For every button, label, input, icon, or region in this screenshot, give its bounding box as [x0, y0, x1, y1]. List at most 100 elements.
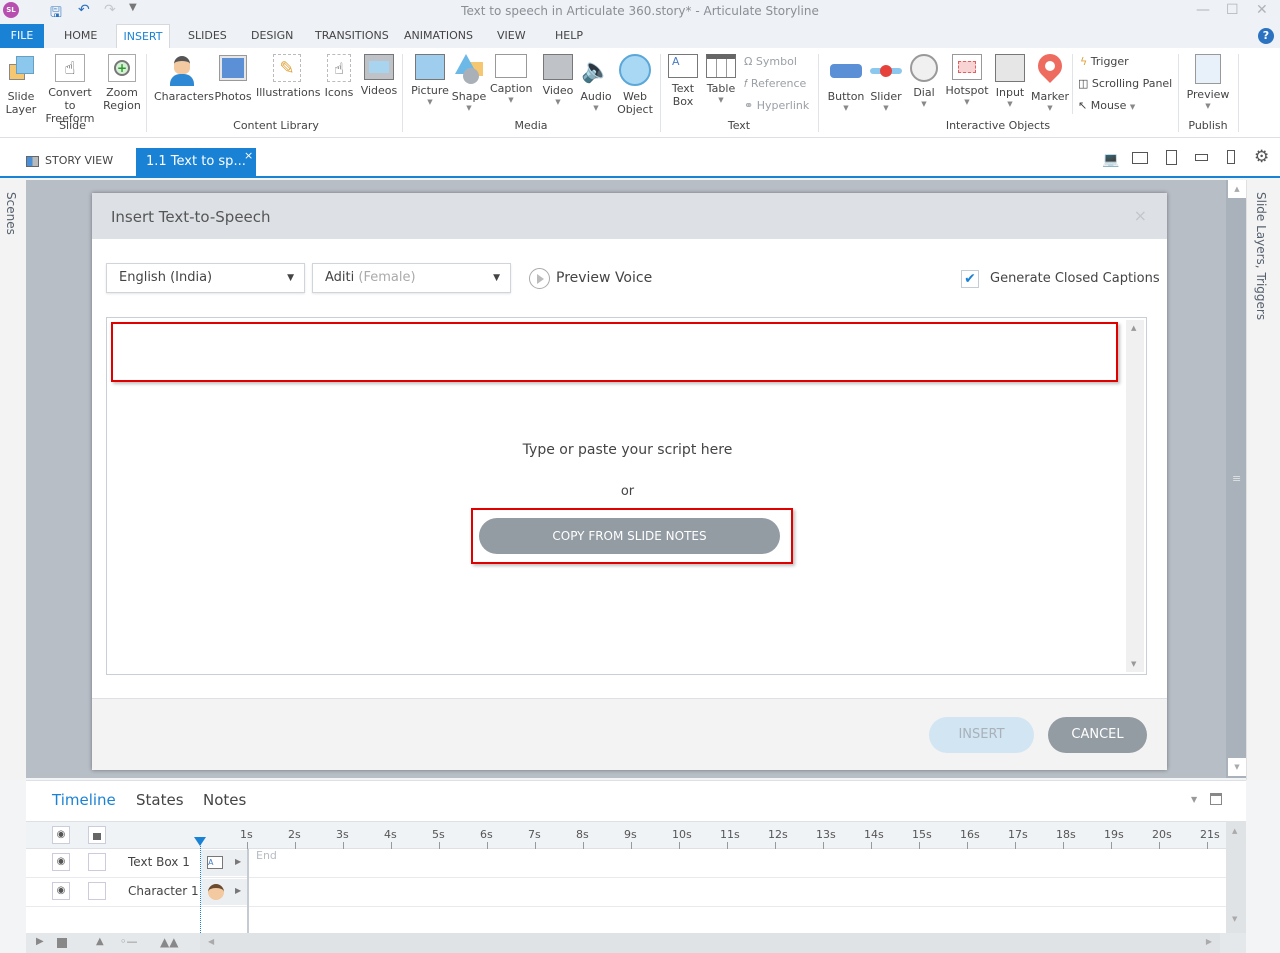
close-window-icon[interactable]: ✕: [1256, 2, 1268, 18]
tab-timeline[interactable]: Timeline: [52, 791, 116, 809]
preview-voice-button[interactable]: Preview Voice: [529, 267, 652, 289]
convert-to-freeform-button[interactable]: ☝ Convert to Freeform: [42, 54, 98, 125]
shape-button[interactable]: Shape ▼: [451, 54, 487, 113]
restore-panel-icon[interactable]: [1210, 793, 1222, 805]
story-view-tab[interactable]: STORY VIEW: [26, 154, 113, 167]
lock-all-icon[interactable]: [88, 826, 106, 844]
play-icon[interactable]: ▶: [36, 936, 44, 947]
phone-landscape-icon[interactable]: [1195, 154, 1208, 161]
scroll-left-icon[interactable]: ◀: [208, 937, 214, 946]
timeline-horizontal-scrollbar[interactable]: ◀ ▶: [200, 933, 1220, 953]
mouse-button[interactable]: ↖ Mouse ▼: [1078, 96, 1135, 116]
button-insert-button[interactable]: Button ▼: [826, 54, 866, 113]
caption-button[interactable]: Caption ▼: [490, 54, 532, 105]
dialog-close-icon[interactable]: ×: [1134, 206, 1147, 225]
slide-tab[interactable]: 1.1 Text to sp... ×: [136, 148, 256, 176]
tablet-landscape-icon[interactable]: [1132, 152, 1148, 164]
insert-button[interactable]: INSERT: [929, 717, 1034, 753]
scrolling-panel-button[interactable]: ◫ Scrolling Panel: [1078, 74, 1172, 94]
audio-button[interactable]: 🔈 Audio ▼: [578, 54, 614, 113]
illustrations-button[interactable]: ✎ Illustrations: [256, 54, 320, 99]
generate-cc-label[interactable]: Generate Closed Captions: [990, 271, 1160, 286]
end-marker-line[interactable]: [247, 849, 249, 933]
scroll-up-icon[interactable]: ▲: [1232, 827, 1237, 835]
language-select[interactable]: English (India) ▼: [106, 263, 305, 293]
icons-button[interactable]: ☝ Icons: [322, 54, 356, 99]
zoom-region-button[interactable]: + Zoom Region: [102, 54, 142, 112]
tab-animations[interactable]: ANIMATIONS: [400, 24, 477, 48]
scroll-down-icon[interactable]: ▼: [1228, 758, 1246, 776]
minimize-icon[interactable]: —: [1196, 2, 1210, 18]
dial-button[interactable]: Dial ▼: [906, 54, 942, 109]
stop-icon[interactable]: [57, 938, 67, 948]
character-thumbnail[interactable]: ▶: [201, 879, 247, 905]
text-box-thumbnail[interactable]: A ▶: [201, 850, 247, 876]
scenes-label[interactable]: Scenes: [4, 192, 18, 235]
picture-button[interactable]: Picture ▼: [410, 54, 450, 107]
row-name[interactable]: Text Box 1: [128, 855, 190, 869]
tab-states[interactable]: States: [136, 791, 184, 809]
scroll-down-icon[interactable]: ▼: [1131, 660, 1136, 668]
symbol-button[interactable]: Ω Symbol: [744, 52, 797, 72]
zoom-out-icon[interactable]: ▲: [96, 936, 104, 947]
tab-help[interactable]: HELP: [551, 24, 587, 48]
trigger-button[interactable]: ϟ Trigger: [1080, 52, 1129, 72]
generate-cc-checkbox[interactable]: ✔: [961, 270, 979, 288]
table-button[interactable]: Table ▼: [703, 54, 739, 105]
tab-slides[interactable]: SLIDES: [184, 24, 231, 48]
scroll-grip-icon[interactable]: ≡: [1232, 472, 1241, 485]
characters-button[interactable]: Characters: [154, 54, 214, 103]
canvas-vertical-scrollbar[interactable]: ▲ ≡ ▼: [1226, 180, 1246, 778]
settings-gear-icon[interactable]: ⚙: [1254, 147, 1269, 167]
expand-arrow-icon[interactable]: ▶: [235, 886, 241, 895]
timeline-vertical-scrollbar[interactable]: ▲ ▼: [1226, 821, 1246, 933]
tab-file[interactable]: FILE: [0, 24, 44, 48]
zoom-in-icon[interactable]: ▲▲: [160, 935, 178, 949]
scroll-right-icon[interactable]: ▶: [1206, 937, 1212, 946]
voice-select[interactable]: Aditi (Female) ▼: [312, 263, 511, 293]
photos-button[interactable]: Photos: [213, 54, 253, 103]
preview-button[interactable]: Preview ▼: [1186, 54, 1230, 111]
playhead-handle[interactable]: [194, 837, 206, 846]
desktop-view-icon[interactable]: 💻: [1102, 152, 1119, 168]
help-icon[interactable]: ?: [1258, 28, 1274, 44]
hotspot-button[interactable]: Hotspot ▼: [944, 54, 990, 107]
timeline-ruler[interactable]: ◉ 1s 2s 3s 4s 5s 6s 7s 8s 9s 10s 11s 12s 13s 14s 15s 16…: [26, 821, 1226, 849]
videos-button[interactable]: Videos: [359, 54, 399, 97]
scenes-panel[interactable]: [0, 180, 26, 780]
text-box-button[interactable]: A Text Box: [666, 54, 700, 108]
input-button[interactable]: Input ▼: [992, 54, 1028, 109]
phone-portrait-icon[interactable]: [1227, 150, 1235, 164]
maximize-icon[interactable]: ☐: [1226, 2, 1239, 18]
marker-button[interactable]: Marker ▼: [1030, 49, 1070, 113]
expand-arrow-icon[interactable]: ▶: [235, 857, 241, 866]
tab-home[interactable]: HOME: [60, 24, 101, 48]
tablet-portrait-icon[interactable]: [1166, 150, 1177, 165]
timeline-row[interactable]: ◉ Character 1 ▶: [26, 878, 1226, 907]
zoom-slider[interactable]: ◦—: [120, 935, 138, 948]
close-tab-icon[interactable]: ×: [244, 142, 253, 170]
tab-design[interactable]: DESIGN: [247, 24, 297, 48]
copy-from-slide-notes-button[interactable]: COPY FROM SLIDE NOTES: [479, 518, 780, 554]
slide-layers-triggers-label[interactable]: Slide Layers, Triggers: [1254, 192, 1268, 320]
row-name[interactable]: Character 1: [128, 884, 199, 898]
reference-button[interactable]: 𝑓 Reference: [744, 74, 806, 94]
tab-transitions[interactable]: TRANSITIONS: [311, 24, 393, 48]
video-button[interactable]: Video ▼: [540, 54, 576, 107]
show-all-eye-icon[interactable]: ◉: [52, 826, 70, 844]
tab-view[interactable]: VIEW: [493, 24, 530, 48]
script-textarea[interactable]: ▲ ▼ Type or paste your script here or CO…: [106, 317, 1147, 675]
timeline-row[interactable]: ◉ Text Box 1 A ▶: [26, 849, 1226, 878]
tab-notes[interactable]: Notes: [203, 791, 246, 809]
scroll-down-icon[interactable]: ▼: [1232, 915, 1237, 923]
slide-layer-button[interactable]: Slide Layer: [4, 54, 38, 116]
tab-insert[interactable]: INSERT: [116, 24, 170, 48]
cancel-button[interactable]: CANCEL: [1048, 717, 1147, 753]
highlighted-text-input-region[interactable]: [111, 322, 1118, 382]
lock-checkbox[interactable]: [88, 882, 106, 900]
eye-icon[interactable]: ◉: [52, 853, 70, 871]
hyperlink-button[interactable]: ⚭ Hyperlink: [744, 96, 809, 116]
slider-button[interactable]: Slider ▼: [868, 54, 904, 113]
eye-icon[interactable]: ◉: [52, 882, 70, 900]
web-object-button[interactable]: Web Object: [616, 54, 654, 116]
